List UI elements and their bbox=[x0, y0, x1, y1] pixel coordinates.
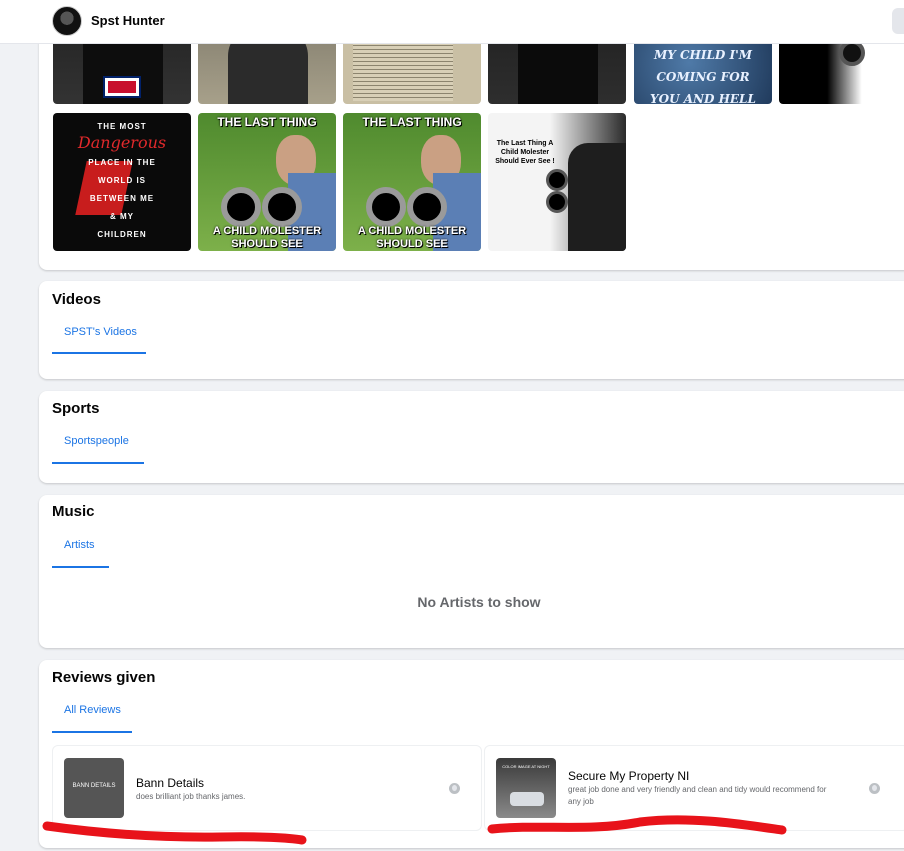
profile-avatar[interactable] bbox=[52, 6, 82, 36]
gun-barrel-right-icon bbox=[262, 187, 302, 227]
section-title: Sports bbox=[52, 400, 100, 417]
car-icon bbox=[510, 792, 544, 806]
section-title: Music bbox=[52, 503, 95, 520]
union-flag-icon bbox=[103, 76, 141, 98]
tab-spst-videos[interactable]: SPST's Videos bbox=[52, 326, 149, 338]
review-card[interactable]: BANN DETAILS Bann Details does brilliant… bbox=[52, 745, 482, 831]
review-page-thumbnail[interactable]: COLOR IMAGE AT NIGHT bbox=[496, 758, 556, 818]
globe-icon bbox=[449, 783, 460, 794]
photo-caption: MY CHILD I'M COMING FOR YOU AND HELL IS bbox=[650, 48, 756, 104]
sports-section: Sports Sportspeople bbox=[39, 391, 904, 483]
tab-active-indicator bbox=[52, 566, 109, 568]
photo-tile[interactable]: THE LAST THING A CHILD MOLESTER SHOULD S… bbox=[198, 113, 336, 251]
section-title: Videos bbox=[52, 291, 101, 308]
section-title: Reviews given bbox=[52, 669, 156, 686]
gun-barrel-right-icon bbox=[407, 187, 447, 227]
photo-tile[interactable]: THE MOST Dangerous PLACE IN THE WORLD IS… bbox=[53, 113, 191, 251]
tab-all-reviews[interactable]: All Reviews bbox=[52, 704, 133, 716]
review-text: great job done and very friendly and cle… bbox=[568, 785, 827, 806]
tab-artists[interactable]: Artists bbox=[52, 539, 107, 551]
photo-caption-top: THE LAST THING bbox=[217, 115, 317, 129]
photo-caption-line: & MY bbox=[110, 212, 134, 221]
tab-active-indicator bbox=[52, 352, 146, 354]
gun-barrel-right-icon bbox=[546, 191, 568, 213]
music-section: Music Artists No Artists to show bbox=[39, 495, 904, 648]
profile-header-bar: Spst Hunter bbox=[0, 0, 904, 44]
photos-section: MY CHILD I'M COMING FOR YOU AND HELL IS … bbox=[39, 0, 904, 270]
empty-state-message: No Artists to show bbox=[417, 594, 541, 610]
thumbnail-label: BANN DETAILS bbox=[72, 783, 116, 789]
pistol-silhouette-icon bbox=[75, 161, 133, 215]
tab-sportspeople[interactable]: Sportspeople bbox=[52, 435, 141, 447]
review-page-name[interactable]: Bann Details bbox=[136, 776, 204, 790]
photo-caption-top: THE LAST THING bbox=[362, 115, 462, 129]
man-aiming-photo bbox=[568, 143, 626, 251]
review-card[interactable]: COLOR IMAGE AT NIGHT Secure My Property … bbox=[484, 745, 904, 831]
photo-tile[interactable]: THE LAST THING A CHILD MOLESTER SHOULD S… bbox=[343, 113, 481, 251]
review-page-thumbnail[interactable]: BANN DETAILS bbox=[64, 758, 124, 818]
videos-section: Videos SPST's Videos bbox=[39, 281, 904, 379]
header-action-button[interactable] bbox=[892, 8, 904, 34]
profile-name[interactable]: Spst Hunter bbox=[91, 13, 165, 28]
thumbnail-label: COLOR IMAGE AT NIGHT bbox=[502, 764, 550, 769]
photo-caption-bottom: A CHILD MOLESTER SHOULD SEE bbox=[212, 225, 322, 250]
photo-caption: The Last Thing A Child Molester Should E… bbox=[495, 140, 555, 165]
photo-caption-line: Dangerous bbox=[77, 133, 167, 152]
photo-caption-line: CHILDREN bbox=[97, 230, 147, 239]
photo-caption-line: WORLD IS bbox=[98, 176, 146, 185]
gun-barrel-left-icon bbox=[366, 187, 406, 227]
review-text: does brilliant job thanks james. bbox=[136, 792, 246, 801]
photo-tile[interactable]: The Last Thing A Child Molester Should E… bbox=[488, 113, 626, 251]
reviews-section: Reviews given All Reviews BANN DETAILS B… bbox=[39, 660, 904, 848]
tab-active-indicator bbox=[52, 731, 132, 733]
gun-barrel-left-icon bbox=[546, 169, 568, 191]
review-page-name[interactable]: Secure My Property NI bbox=[568, 769, 689, 783]
photo-caption-line: BETWEEN ME bbox=[89, 194, 155, 203]
globe-icon bbox=[869, 783, 880, 794]
photo-caption-line: THE MOST bbox=[97, 122, 147, 131]
photo-caption-bottom: A CHILD MOLESTER SHOULD SEE bbox=[357, 225, 467, 250]
gun-barrel-left-icon bbox=[221, 187, 261, 227]
photo-caption-line: PLACE IN THE bbox=[88, 158, 156, 167]
tab-active-indicator bbox=[52, 462, 144, 464]
